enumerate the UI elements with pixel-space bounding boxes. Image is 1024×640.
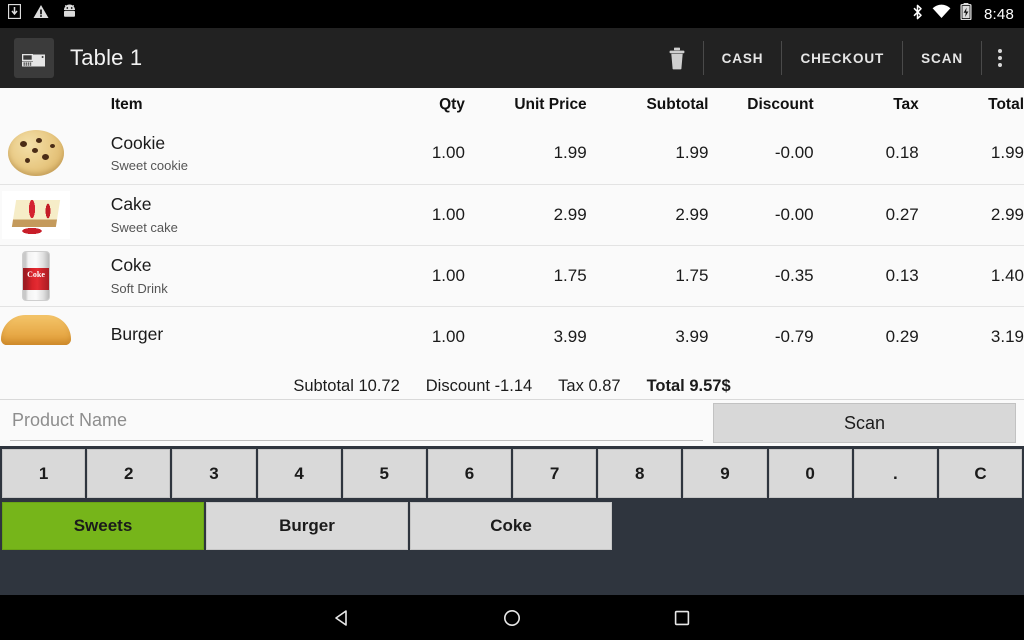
page-title: Table 1 [70, 45, 143, 70]
item-tax: 0.27 [885, 204, 919, 224]
item-name: Cookie [110, 133, 166, 154]
scan-action-button[interactable]: SCAN [903, 38, 981, 78]
item-total: 2.99 [990, 204, 1024, 224]
battery-charging-icon [960, 3, 972, 25]
summary-subtotal: Subtotal 10.72 [293, 377, 400, 395]
burger-image [0, 306, 111, 367]
column-header-subtotal: Subtotal [586, 88, 709, 123]
category-tabs: Sweets Burger Coke [0, 502, 1024, 550]
item-name: Burger [110, 324, 164, 345]
download-icon [7, 3, 22, 24]
item-unit-price: 3.99 [553, 326, 587, 346]
scan-button[interactable]: Scan [713, 403, 1016, 443]
item-discount: -0.00 [774, 204, 814, 224]
key-8[interactable]: 8 [598, 449, 682, 498]
key-clear[interactable]: C [938, 449, 1023, 498]
column-header-discount: Discount [708, 88, 814, 123]
cart-table: Item Qty Unit Price Subtotal Discount Ta… [0, 88, 1024, 367]
square-recents-icon[interactable] [597, 595, 767, 640]
table-row[interactable]: Cookie Sweet cookie 1.00 1.99 1.99 -0.00… [0, 123, 1024, 184]
table-row[interactable]: Cake Sweet cake 1.00 2.99 2.99 -0.00 0.2… [0, 184, 1024, 245]
key-7[interactable]: 7 [513, 449, 597, 498]
product-name-input[interactable] [10, 405, 703, 441]
key-2[interactable]: 2 [87, 449, 171, 498]
cookie-image [0, 123, 111, 184]
summary-total: Total 9.57$ [646, 377, 731, 395]
column-header-item: Item [110, 88, 360, 123]
table-row[interactable]: Burger 1.00 3.99 3.99 -0.79 0.29 3.19 [0, 306, 1024, 367]
item-subtotal: 1.75 [675, 265, 709, 285]
cart-area: Item Qty Unit Price Subtotal Discount Ta… [0, 88, 1024, 400]
key-0[interactable]: 0 [768, 449, 852, 498]
key-3[interactable]: 3 [172, 449, 256, 498]
item-total: 1.99 [990, 143, 1024, 163]
item-unit-price: 2.99 [553, 204, 587, 224]
category-tab-coke[interactable]: Coke [410, 502, 612, 550]
android-icon [61, 4, 78, 24]
table-header-row: Item Qty Unit Price Subtotal Discount Ta… [0, 88, 1024, 123]
more-vertical-icon[interactable] [982, 49, 1018, 67]
key-4[interactable]: 4 [257, 449, 341, 498]
item-discount: -0.79 [774, 326, 814, 346]
item-total: 3.19 [990, 326, 1024, 346]
item-tax: 0.13 [885, 265, 919, 285]
item-qty: 1.00 [431, 326, 465, 346]
table-row[interactable]: Coke Coke Soft Drink 1.00 1.75 1.75 -0.3… [0, 245, 1024, 306]
triangle-back-icon[interactable] [257, 595, 427, 640]
item-description: Sweet cake [110, 219, 178, 235]
column-header-unit-price: Unit Price [464, 88, 587, 123]
item-tax: 0.18 [885, 143, 919, 163]
trash-icon[interactable] [651, 38, 703, 78]
app-bar: Table 1 CASH CHECKOUT SCAN [0, 28, 1024, 88]
item-name: Coke [110, 255, 152, 276]
item-qty: 1.00 [431, 265, 465, 285]
bluetooth-icon [912, 4, 923, 25]
item-subtotal: 3.99 [675, 326, 709, 346]
item-total: 1.40 [990, 265, 1024, 285]
column-header-tax: Tax [813, 88, 919, 123]
key-decimal[interactable]: . [853, 449, 937, 498]
item-description: Sweet cookie [110, 158, 189, 174]
android-navigation-bar [0, 595, 1024, 640]
item-subtotal: 1.99 [675, 143, 709, 163]
empty-panel [0, 550, 1024, 595]
warning-icon [33, 4, 49, 24]
item-discount: -0.00 [774, 143, 814, 163]
item-qty: 1.00 [431, 143, 465, 163]
status-bar: 8:48 [0, 0, 1024, 28]
item-tax: 0.29 [885, 326, 919, 346]
key-6[interactable]: 6 [427, 449, 512, 498]
item-description: Soft Drink [110, 280, 168, 296]
checkout-button[interactable]: CHECKOUT [782, 38, 902, 78]
key-9[interactable]: 9 [683, 449, 767, 498]
numeric-keypad: 1 2 3 4 5 6 7 8 9 0 . C [0, 446, 1024, 502]
status-time: 8:48 [984, 5, 1014, 23]
item-name: Cake [110, 194, 152, 215]
column-header-total: Total [918, 88, 1024, 123]
category-tab-burger[interactable]: Burger [206, 502, 408, 550]
circle-home-icon[interactable] [427, 595, 597, 640]
category-empty-space [614, 502, 1022, 550]
cash-register-icon[interactable] [14, 38, 54, 78]
key-5[interactable]: 5 [342, 449, 426, 498]
summary-discount: Discount -1.14 [425, 377, 533, 395]
cash-button[interactable]: CASH [704, 38, 782, 78]
coke-can-image: Coke [0, 245, 111, 306]
summary-tax: Tax 0.87 [558, 377, 621, 395]
category-tab-sweets[interactable]: Sweets [2, 502, 204, 550]
item-unit-price: 1.75 [553, 265, 587, 285]
key-1[interactable]: 1 [2, 449, 86, 498]
item-qty: 1.00 [431, 204, 465, 224]
product-input-row: Scan [0, 400, 1024, 446]
column-header-qty: Qty [359, 88, 465, 123]
item-discount: -0.35 [774, 265, 814, 285]
wifi-icon [932, 4, 951, 24]
cart-summary: Subtotal 10.72 Discount -1.14 Tax 0.87 T… [0, 374, 1024, 400]
item-subtotal: 2.99 [675, 204, 709, 224]
cake-image [0, 184, 111, 245]
item-unit-price: 1.99 [553, 143, 587, 163]
